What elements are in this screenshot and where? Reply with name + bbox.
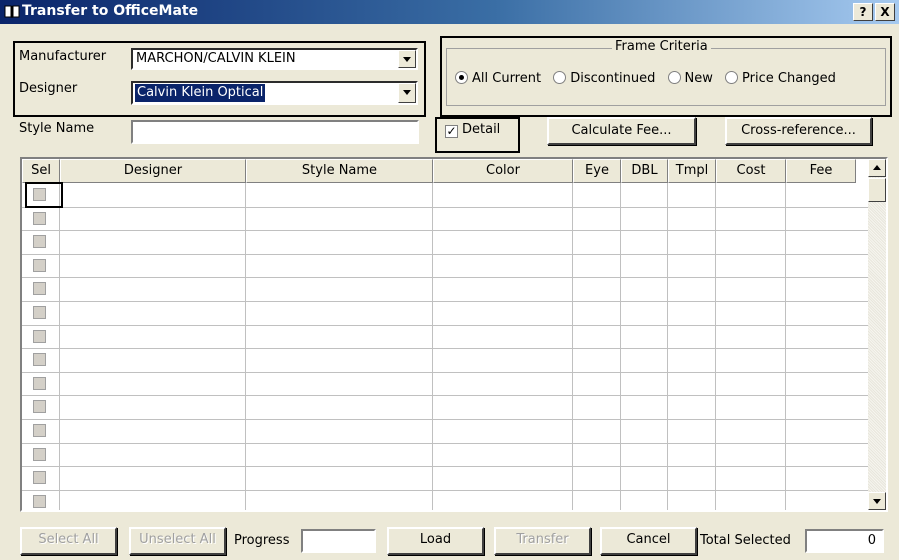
manufacturer-value: MARCHON/CALVIN KLEIN: [136, 51, 296, 66]
detail-checkbox[interactable]: ✓ Detail: [445, 122, 500, 138]
table-row: [22, 348, 868, 349]
frame-criteria-options: All Current Discontinued New Price Chang…: [455, 71, 836, 86]
column-header-eye[interactable]: Eye: [573, 159, 621, 183]
table-row: [22, 230, 868, 231]
table-row: [22, 395, 868, 396]
frames-grid[interactable]: Sel Designer Style Name Color Eye DBL Tmpl Cost…: [20, 157, 888, 512]
row-select-checkbox[interactable]: [33, 259, 46, 272]
row-select-checkbox[interactable]: [33, 282, 46, 295]
table-row: [22, 325, 868, 326]
row-select-checkbox[interactable]: [33, 448, 46, 461]
radio-all-current[interactable]: All Current: [455, 71, 541, 86]
row-select-checkbox[interactable]: [33, 495, 46, 508]
first-row-highlight: [25, 182, 63, 208]
cancel-button[interactable]: Cancel: [600, 527, 697, 555]
radio-price-changed[interactable]: Price Changed: [725, 71, 836, 86]
unselect-all-button[interactable]: Unselect All: [129, 527, 226, 555]
column-header-cost[interactable]: Cost: [716, 159, 786, 183]
total-selected-value: 0: [805, 529, 884, 553]
cross-reference-button[interactable]: Cross-reference...: [725, 117, 872, 145]
column-divider: [572, 183, 573, 510]
row-select-checkbox[interactable]: [33, 306, 46, 319]
column-divider: [667, 183, 668, 510]
calculate-fee-button[interactable]: Calculate Fee...: [547, 117, 696, 145]
select-all-button[interactable]: Select All: [20, 527, 117, 555]
radio-new[interactable]: New: [667, 71, 713, 86]
row-select-checkbox[interactable]: [33, 471, 46, 484]
chevron-down-icon[interactable]: [398, 50, 416, 68]
style-name-input[interactable]: [131, 120, 419, 144]
designer-combo[interactable]: Calvin Klein Optical: [131, 81, 418, 105]
table-row: [22, 254, 868, 255]
column-divider: [59, 183, 60, 510]
row-select-checkbox[interactable]: [33, 353, 46, 366]
manufacturer-combo[interactable]: MARCHON/CALVIN KLEIN: [131, 48, 418, 70]
title-bar: Transfer to OfficeMate ? X: [0, 0, 899, 24]
transfer-button[interactable]: Transfer: [494, 527, 591, 555]
column-header-fee[interactable]: Fee: [786, 159, 856, 183]
row-select-checkbox[interactable]: [33, 212, 46, 225]
table-row: [22, 277, 868, 278]
column-header-style-name[interactable]: Style Name: [246, 159, 433, 183]
row-select-checkbox[interactable]: [33, 377, 46, 390]
progress-label: Progress: [234, 533, 290, 548]
app-icon: [4, 5, 20, 18]
total-selected-label: Total Selected: [700, 533, 791, 548]
table-row: [22, 372, 868, 373]
row-select-checkbox[interactable]: [33, 330, 46, 343]
table-row: [22, 490, 868, 491]
detail-label: Detail: [462, 122, 501, 137]
column-header-designer[interactable]: Designer: [60, 159, 246, 183]
table-row: [22, 301, 868, 302]
check-icon: ✓: [445, 124, 458, 138]
column-header-color[interactable]: Color: [433, 159, 573, 183]
table-row: [22, 419, 868, 420]
load-button[interactable]: Load: [387, 527, 484, 555]
progress-bar: [301, 529, 376, 553]
table-row: [22, 443, 868, 444]
row-select-checkbox[interactable]: [33, 235, 46, 248]
column-divider: [245, 183, 246, 510]
column-header-tmpl[interactable]: Tmpl: [668, 159, 716, 183]
column-header-dbl[interactable]: DBL: [621, 159, 668, 183]
table-row: [22, 466, 868, 467]
column-divider: [785, 183, 786, 510]
designer-label: Designer: [19, 81, 78, 96]
scroll-up-icon[interactable]: [868, 159, 886, 177]
chevron-down-icon[interactable]: [398, 83, 416, 103]
manufacturer-label: Manufacturer: [19, 49, 107, 64]
vertical-scrollbar[interactable]: [868, 159, 886, 510]
style-name-label: Style Name: [19, 121, 95, 136]
radio-discontinued[interactable]: Discontinued: [553, 71, 655, 86]
scroll-down-icon[interactable]: [868, 492, 886, 510]
row-select-checkbox[interactable]: [33, 400, 46, 413]
table-row: [22, 207, 868, 208]
row-select-checkbox[interactable]: [33, 424, 46, 437]
help-button[interactable]: ?: [853, 3, 873, 21]
column-divider: [620, 183, 621, 510]
frame-criteria-title: Frame Criteria: [612, 39, 711, 54]
window-title: Transfer to OfficeMate: [22, 3, 199, 19]
scroll-thumb[interactable]: [868, 178, 886, 202]
close-button[interactable]: X: [875, 3, 895, 21]
column-header-sel[interactable]: Sel: [22, 159, 60, 183]
column-divider: [715, 183, 716, 510]
designer-value: Calvin Klein Optical: [133, 83, 267, 103]
column-divider: [432, 183, 433, 510]
